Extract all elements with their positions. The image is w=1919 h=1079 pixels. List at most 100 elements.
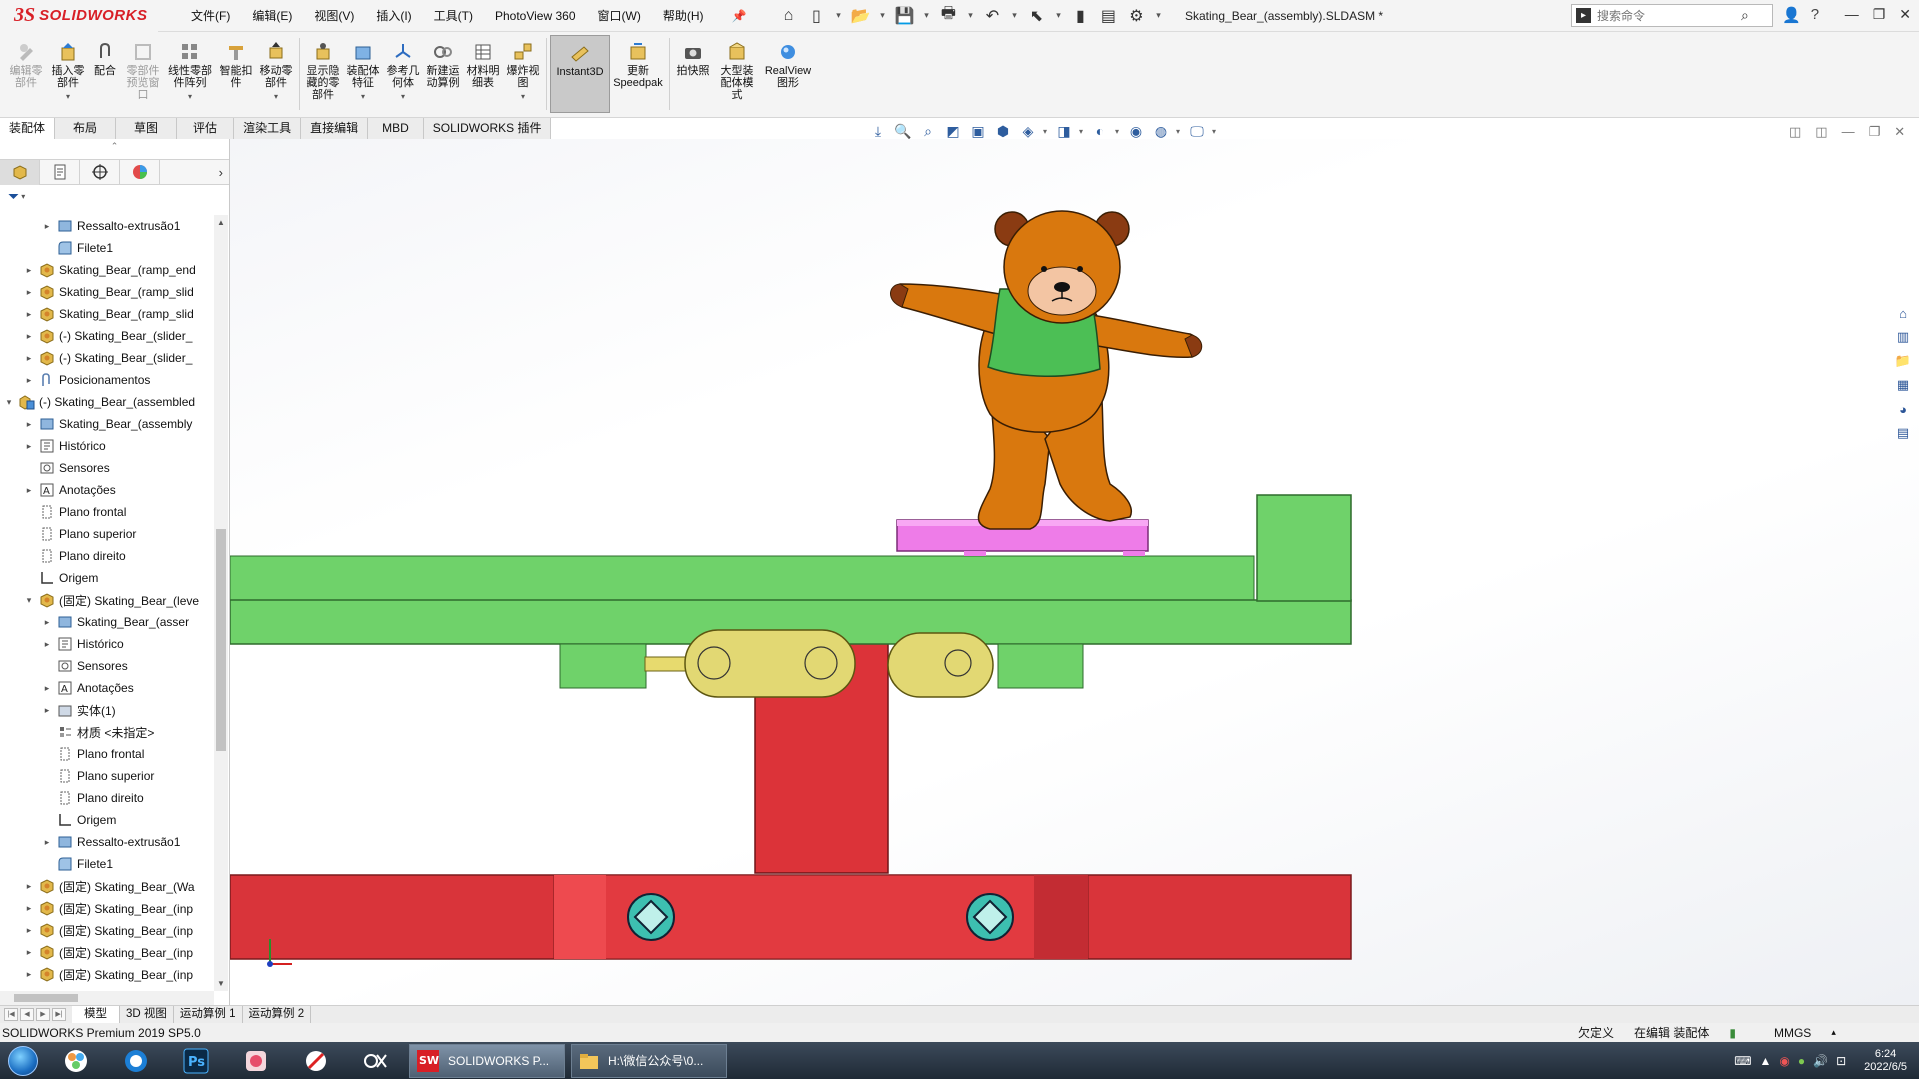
smart-fasteners-button[interactable]: 智能扣 件 <box>216 32 256 114</box>
assembly-3d-model[interactable] <box>229 139 1919 1005</box>
tree-item[interactable]: ▸ Skating_Bear_(asser <box>0 611 214 633</box>
tab-sketch[interactable]: 草图 <box>116 118 178 139</box>
open-icon[interactable]: 📂 <box>849 5 871 27</box>
expand-arrow-icon[interactable]: ▸ <box>24 375 34 386</box>
viewport-minimize-icon[interactable]: — <box>1842 124 1855 140</box>
instant3d-button[interactable]: Instant3D <box>550 35 610 113</box>
tree-item[interactable]: ▸ (固定) Skating_Bear_(inp <box>0 919 214 941</box>
expand-arrow-icon[interactable]: ▸ <box>24 881 34 892</box>
search-toggle-icon[interactable]: ▸ <box>1576 8 1591 23</box>
tree-filter[interactable]: ⏷ ▾ <box>0 185 229 207</box>
viewport-close-icon[interactable]: ✕ <box>1894 124 1905 140</box>
file-properties-icon[interactable]: ▤ <box>1097 5 1119 27</box>
tray-app-icon[interactable]: ● <box>1798 1054 1805 1068</box>
take-snapshot-button[interactable]: 拍快照 <box>673 32 713 114</box>
tree-item[interactable]: ▸ (固定) Skating_Bear_(inp <box>0 941 214 963</box>
monitor-dropdown-icon[interactable]: ▾ <box>1212 127 1218 136</box>
tab-render-tools[interactable]: 渲染工具 <box>234 118 302 139</box>
tab-assembly[interactable]: 装配体 <box>0 118 56 139</box>
tree-item[interactable]: Plano direito <box>0 787 214 809</box>
tree-item[interactable]: ▸ Posicionamentos <box>0 369 214 391</box>
tree-item[interactable]: ▾ (-) Skating_Bear_(assembled <box>0 391 214 413</box>
link-right[interactable] <box>887 632 994 698</box>
home-icon[interactable]: ⌂ <box>777 5 799 27</box>
select-cursor-icon[interactable]: ⬉ <box>1025 5 1047 27</box>
menu-photoview[interactable]: PhotoView 360 <box>484 9 587 23</box>
print-icon[interactable]: 🖶 <box>937 5 959 27</box>
options-gear-icon[interactable]: ⚙ <box>1125 5 1147 27</box>
dropdown-arrow-icon[interactable]: ▾ <box>66 91 70 103</box>
tab-model[interactable]: 模型 <box>72 1006 120 1023</box>
previous-view-icon[interactable]: ⌕ <box>918 122 938 140</box>
exploded-view-button[interactable]: 爆炸视 图 ▾ <box>503 32 543 114</box>
configuration-manager-tab[interactable] <box>80 159 120 185</box>
assembly-features-button[interactable]: 装配体 特征 ▾ <box>343 32 383 114</box>
menu-view[interactable]: 视图(V) <box>303 7 365 24</box>
open-dropdown-icon[interactable]: ▾ <box>877 5 887 27</box>
large-assembly-mode-button[interactable]: 大型装 配体模 式 <box>713 32 761 114</box>
taskbar-app-tool-icon[interactable] <box>290 1044 342 1078</box>
search-icon[interactable]: ⌕ <box>1741 7 1749 24</box>
horizontal-scroll-thumb[interactable] <box>14 994 78 1002</box>
appearance-dropdown-icon[interactable]: ▾ <box>1115 127 1121 136</box>
teddy-bear[interactable] <box>890 210 1203 530</box>
help-icon[interactable]: ? <box>1811 6 1819 24</box>
filter-dropdown-icon[interactable]: ▾ <box>21 192 25 201</box>
edit-appearance-icon[interactable]: ◐ <box>1090 122 1110 140</box>
custom-properties-icon[interactable]: ▤ <box>1893 423 1913 443</box>
zoom-to-fit-icon[interactable]: ⤓ <box>868 122 888 140</box>
tree-item[interactable]: ▸ Ressalto-extrusão1 <box>0 215 214 237</box>
viewport-collapse-left-icon[interactable]: ◫ <box>1789 124 1801 140</box>
zoom-to-area-icon[interactable]: 🔍 <box>893 122 913 140</box>
options-dropdown-icon[interactable]: ▾ <box>1153 5 1163 27</box>
search-commands-box[interactable]: ▸ ⌕ <box>1571 4 1773 27</box>
display-style-icon[interactable]: ◈ <box>1018 122 1038 140</box>
update-speedpak-button[interactable]: 更新 Speedpak <box>610 32 666 114</box>
rebuild-indicator-icon[interactable]: ▮ <box>1729 1026 1736 1040</box>
traffic-light-icon[interactable]: ▮ <box>1069 5 1091 27</box>
screw-right[interactable] <box>966 893 1014 941</box>
display-style-dropdown-icon[interactable]: ▾ <box>1043 127 1049 136</box>
tree-item[interactable]: ▸ Skating_Bear_(ramp_slid <box>0 281 214 303</box>
expand-arrow-icon[interactable]: ▸ <box>24 485 34 496</box>
tree-item[interactable]: ▸ (-) Skating_Bear_(slider_ <box>0 347 214 369</box>
filter-funnel-icon[interactable]: ⏷ <box>8 188 19 205</box>
tree-item[interactable]: Sensores <box>0 457 214 479</box>
expand-arrow-icon[interactable]: ▸ <box>24 419 34 430</box>
menu-insert[interactable]: 插入(I) <box>365 7 422 24</box>
menu-help[interactable]: 帮助(H) <box>652 7 715 24</box>
select-dropdown-icon[interactable]: ▾ <box>1053 5 1063 27</box>
next-tab-icon[interactable]: ▶ <box>36 1008 50 1021</box>
hide-show-dropdown-icon[interactable]: ▾ <box>1079 127 1085 136</box>
undo-icon[interactable]: ↶ <box>981 5 1003 27</box>
viewport-restore-icon[interactable]: ❐ <box>1869 124 1881 140</box>
expand-arrow-icon[interactable]: ▸ <box>24 441 34 452</box>
taskbar-solidworks-window[interactable]: SW SOLIDWORKS P... <box>409 1043 565 1078</box>
realview-graphics-button[interactable]: RealView 图形 <box>761 32 815 114</box>
tree-item[interactable]: Plano frontal <box>0 501 214 523</box>
taskbar-clock[interactable]: 6:24 2022/6/5 <box>1864 1048 1907 1074</box>
new-dropdown-icon[interactable]: ▾ <box>833 5 843 27</box>
taskbar-explorer-window[interactable]: H:\微信公众号\0... <box>571 1043 727 1078</box>
tree-item[interactable]: ▸ Histórico <box>0 435 214 457</box>
expand-arrow-icon[interactable]: ▾ <box>4 397 14 408</box>
expand-arrow-icon[interactable]: ▸ <box>24 925 34 936</box>
linear-component-pattern-button[interactable]: 线性零部 件阵列 ▾ <box>164 32 216 114</box>
solidworks-logo[interactable]: 3S SOLIDWORKS <box>0 0 158 32</box>
first-tab-icon[interactable]: |◀ <box>4 1008 18 1021</box>
unit-system[interactable]: MMGS <box>1774 1026 1811 1040</box>
tree-item[interactable]: ▸ (-) Skating_Bear_(slider_ <box>0 325 214 347</box>
new-motion-study-button[interactable]: 新建运 动算例 <box>423 32 463 114</box>
menu-tools[interactable]: 工具(T) <box>423 7 484 24</box>
menu-window[interactable]: 窗口(W) <box>587 7 652 24</box>
viewport-collapse-right-icon[interactable]: ◫ <box>1815 124 1827 140</box>
dropdown-arrow-icon[interactable]: ▾ <box>361 91 365 103</box>
taskbar-app-capture-icon[interactable] <box>350 1044 402 1078</box>
taskbar-app-browser-icon[interactable] <box>110 1044 162 1078</box>
tree-horizontal-scrollbar[interactable] <box>0 991 214 1005</box>
mate-button[interactable]: 配合 <box>88 32 122 114</box>
tree-item[interactable]: Plano superior <box>0 523 214 545</box>
tree-item[interactable]: Origem <box>0 567 214 589</box>
tree-item[interactable]: ▸ Skating_Bear_(ramp_slid <box>0 303 214 325</box>
expand-arrow-icon[interactable]: ▸ <box>42 837 52 848</box>
